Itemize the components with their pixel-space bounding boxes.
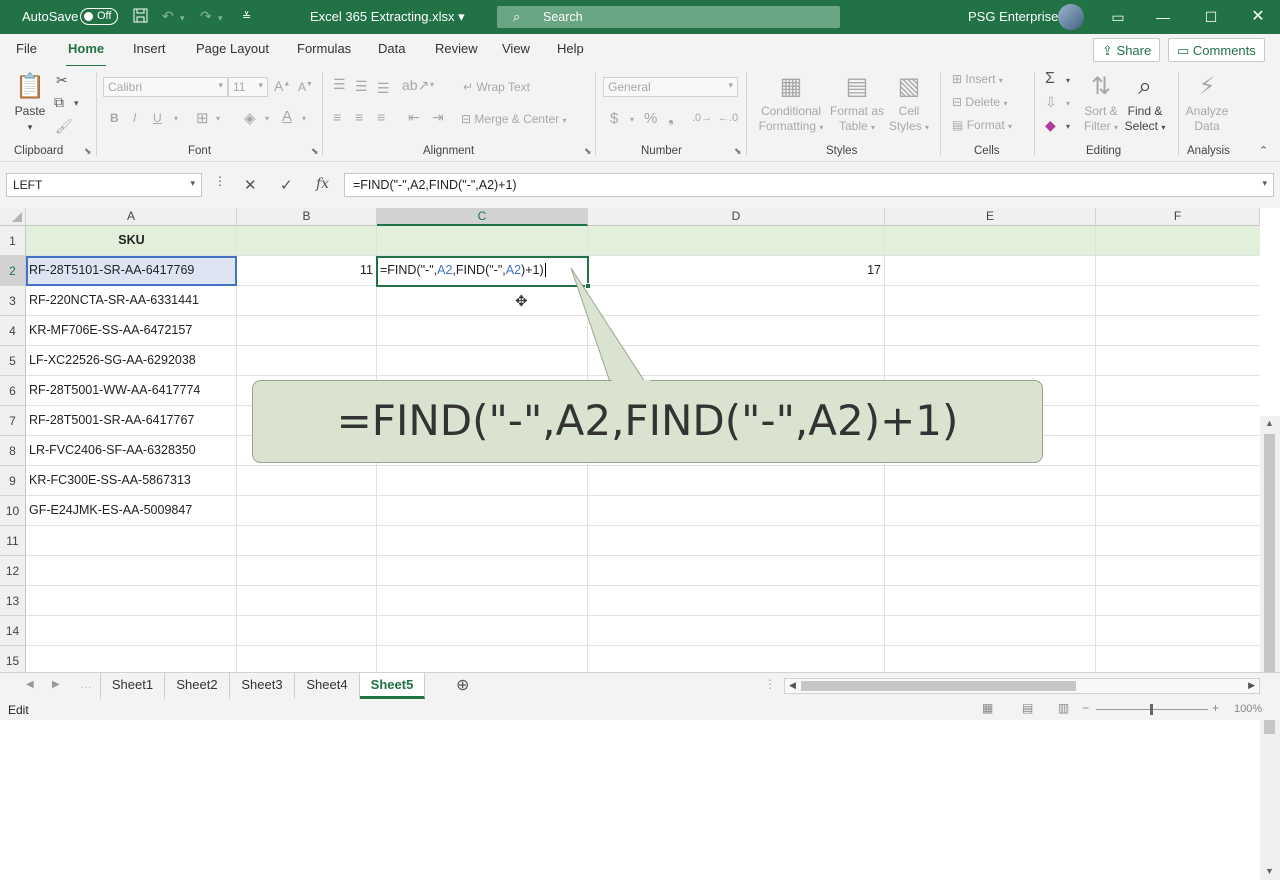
status-bar: Edit ▦ ▤ ▥ − + 100%	[0, 700, 1280, 720]
sheet-tab-5[interactable]: Sheet5	[360, 673, 425, 699]
sheet-tab-bar: ◀ ▶ … Sheet1 Sheet2 Sheet3 Sheet4 Sheet5…	[0, 672, 1280, 700]
sheet-tab-4[interactable]: Sheet4	[295, 673, 360, 699]
tab-splitter-icon[interactable]: ⋮	[764, 677, 776, 691]
horizontal-scrollbar[interactable]: ◀ ▶	[784, 678, 1260, 694]
zoom-in-icon[interactable]: +	[1212, 701, 1219, 715]
cell-mode: Edit	[8, 703, 29, 717]
normal-view-icon[interactable]: ▦	[982, 701, 993, 715]
prev-sheet-icon[interactable]: ◀	[26, 679, 34, 690]
next-sheet-icon[interactable]: ▶	[52, 679, 60, 690]
page-break-view-icon[interactable]: ▥	[1058, 701, 1069, 715]
callout-text: =FIND("-",A2,FIND("-",A2)+1)	[336, 396, 959, 445]
zoom-level[interactable]: 100%	[1234, 703, 1262, 715]
zoom-slider-thumb[interactable]	[1150, 704, 1153, 715]
formula-callout: =FIND("-",A2,FIND("-",A2)+1)	[252, 380, 1043, 463]
scroll-down-icon[interactable]: ▼	[1265, 866, 1274, 876]
scroll-left-icon[interactable]: ◀	[789, 680, 796, 691]
new-sheet-icon[interactable]: ⊕	[456, 675, 469, 695]
tab-overflow-icon[interactable]: …	[80, 677, 92, 691]
callout-pointer	[570, 267, 646, 383]
sheet-tab-1[interactable]: Sheet1	[100, 673, 165, 699]
scroll-thumb[interactable]	[801, 681, 1076, 691]
scroll-right-icon[interactable]: ▶	[1248, 680, 1255, 691]
zoom-out-icon[interactable]: −	[1082, 701, 1089, 715]
sheet-tab-3[interactable]: Sheet3	[230, 673, 295, 699]
sheet-tab-2[interactable]: Sheet2	[165, 673, 230, 699]
page-layout-view-icon[interactable]: ▤	[1022, 701, 1033, 715]
